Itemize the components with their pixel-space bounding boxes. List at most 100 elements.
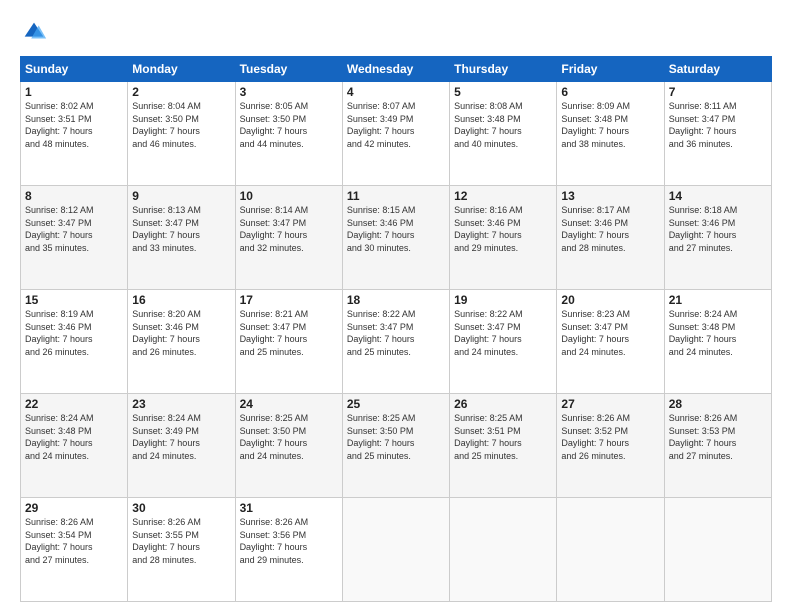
day-number: 14 — [669, 189, 767, 203]
day-number: 4 — [347, 85, 445, 99]
logo — [20, 18, 52, 46]
day-number: 17 — [240, 293, 338, 307]
day-info: Sunrise: 8:05 AMSunset: 3:50 PMDaylight:… — [240, 100, 338, 150]
day-number: 20 — [561, 293, 659, 307]
table-row: 25Sunrise: 8:25 AMSunset: 3:50 PMDayligh… — [342, 394, 449, 498]
day-number: 30 — [132, 501, 230, 515]
table-row: 21Sunrise: 8:24 AMSunset: 3:48 PMDayligh… — [664, 290, 771, 394]
table-row: 13Sunrise: 8:17 AMSunset: 3:46 PMDayligh… — [557, 186, 664, 290]
table-row: 24Sunrise: 8:25 AMSunset: 3:50 PMDayligh… — [235, 394, 342, 498]
day-number: 18 — [347, 293, 445, 307]
day-number: 11 — [347, 189, 445, 203]
day-info: Sunrise: 8:18 AMSunset: 3:46 PMDaylight:… — [669, 204, 767, 254]
table-row: 5Sunrise: 8:08 AMSunset: 3:48 PMDaylight… — [450, 82, 557, 186]
day-info: Sunrise: 8:25 AMSunset: 3:50 PMDaylight:… — [347, 412, 445, 462]
col-sunday: Sunday — [21, 57, 128, 82]
day-info: Sunrise: 8:19 AMSunset: 3:46 PMDaylight:… — [25, 308, 123, 358]
day-info: Sunrise: 8:14 AMSunset: 3:47 PMDaylight:… — [240, 204, 338, 254]
day-number: 21 — [669, 293, 767, 307]
day-number: 1 — [25, 85, 123, 99]
table-row — [557, 498, 664, 602]
table-row: 11Sunrise: 8:15 AMSunset: 3:46 PMDayligh… — [342, 186, 449, 290]
day-info: Sunrise: 8:24 AMSunset: 3:49 PMDaylight:… — [132, 412, 230, 462]
day-info: Sunrise: 8:23 AMSunset: 3:47 PMDaylight:… — [561, 308, 659, 358]
day-number: 8 — [25, 189, 123, 203]
day-info: Sunrise: 8:09 AMSunset: 3:48 PMDaylight:… — [561, 100, 659, 150]
day-info: Sunrise: 8:26 AMSunset: 3:53 PMDaylight:… — [669, 412, 767, 462]
day-info: Sunrise: 8:26 AMSunset: 3:54 PMDaylight:… — [25, 516, 123, 566]
day-number: 25 — [347, 397, 445, 411]
col-tuesday: Tuesday — [235, 57, 342, 82]
page: Sunday Monday Tuesday Wednesday Thursday… — [0, 0, 792, 612]
day-info: Sunrise: 8:22 AMSunset: 3:47 PMDaylight:… — [347, 308, 445, 358]
day-info: Sunrise: 8:17 AMSunset: 3:46 PMDaylight:… — [561, 204, 659, 254]
day-number: 26 — [454, 397, 552, 411]
day-number: 7 — [669, 85, 767, 99]
day-info: Sunrise: 8:26 AMSunset: 3:55 PMDaylight:… — [132, 516, 230, 566]
day-info: Sunrise: 8:04 AMSunset: 3:50 PMDaylight:… — [132, 100, 230, 150]
table-row: 20Sunrise: 8:23 AMSunset: 3:47 PMDayligh… — [557, 290, 664, 394]
table-row: 16Sunrise: 8:20 AMSunset: 3:46 PMDayligh… — [128, 290, 235, 394]
table-row: 4Sunrise: 8:07 AMSunset: 3:49 PMDaylight… — [342, 82, 449, 186]
table-row: 22Sunrise: 8:24 AMSunset: 3:48 PMDayligh… — [21, 394, 128, 498]
day-info: Sunrise: 8:12 AMSunset: 3:47 PMDaylight:… — [25, 204, 123, 254]
day-info: Sunrise: 8:08 AMSunset: 3:48 PMDaylight:… — [454, 100, 552, 150]
day-number: 27 — [561, 397, 659, 411]
day-number: 13 — [561, 189, 659, 203]
day-info: Sunrise: 8:26 AMSunset: 3:56 PMDaylight:… — [240, 516, 338, 566]
table-row: 14Sunrise: 8:18 AMSunset: 3:46 PMDayligh… — [664, 186, 771, 290]
day-info: Sunrise: 8:24 AMSunset: 3:48 PMDaylight:… — [669, 308, 767, 358]
table-row: 23Sunrise: 8:24 AMSunset: 3:49 PMDayligh… — [128, 394, 235, 498]
table-row: 6Sunrise: 8:09 AMSunset: 3:48 PMDaylight… — [557, 82, 664, 186]
table-row — [342, 498, 449, 602]
day-info: Sunrise: 8:07 AMSunset: 3:49 PMDaylight:… — [347, 100, 445, 150]
day-info: Sunrise: 8:25 AMSunset: 3:51 PMDaylight:… — [454, 412, 552, 462]
day-info: Sunrise: 8:22 AMSunset: 3:47 PMDaylight:… — [454, 308, 552, 358]
table-row: 18Sunrise: 8:22 AMSunset: 3:47 PMDayligh… — [342, 290, 449, 394]
table-row: 19Sunrise: 8:22 AMSunset: 3:47 PMDayligh… — [450, 290, 557, 394]
table-row: 3Sunrise: 8:05 AMSunset: 3:50 PMDaylight… — [235, 82, 342, 186]
day-number: 16 — [132, 293, 230, 307]
table-row: 26Sunrise: 8:25 AMSunset: 3:51 PMDayligh… — [450, 394, 557, 498]
table-row: 31Sunrise: 8:26 AMSunset: 3:56 PMDayligh… — [235, 498, 342, 602]
day-number: 31 — [240, 501, 338, 515]
day-number: 10 — [240, 189, 338, 203]
table-row: 28Sunrise: 8:26 AMSunset: 3:53 PMDayligh… — [664, 394, 771, 498]
day-number: 12 — [454, 189, 552, 203]
header — [20, 18, 772, 46]
day-number: 9 — [132, 189, 230, 203]
day-info: Sunrise: 8:26 AMSunset: 3:52 PMDaylight:… — [561, 412, 659, 462]
table-row: 10Sunrise: 8:14 AMSunset: 3:47 PMDayligh… — [235, 186, 342, 290]
day-info: Sunrise: 8:25 AMSunset: 3:50 PMDaylight:… — [240, 412, 338, 462]
day-info: Sunrise: 8:02 AMSunset: 3:51 PMDaylight:… — [25, 100, 123, 150]
table-row: 8Sunrise: 8:12 AMSunset: 3:47 PMDaylight… — [21, 186, 128, 290]
day-info: Sunrise: 8:20 AMSunset: 3:46 PMDaylight:… — [132, 308, 230, 358]
day-number: 5 — [454, 85, 552, 99]
table-row: 7Sunrise: 8:11 AMSunset: 3:47 PMDaylight… — [664, 82, 771, 186]
day-info: Sunrise: 8:11 AMSunset: 3:47 PMDaylight:… — [669, 100, 767, 150]
table-row — [664, 498, 771, 602]
col-saturday: Saturday — [664, 57, 771, 82]
day-info: Sunrise: 8:13 AMSunset: 3:47 PMDaylight:… — [132, 204, 230, 254]
table-row: 17Sunrise: 8:21 AMSunset: 3:47 PMDayligh… — [235, 290, 342, 394]
table-row: 29Sunrise: 8:26 AMSunset: 3:54 PMDayligh… — [21, 498, 128, 602]
table-row: 27Sunrise: 8:26 AMSunset: 3:52 PMDayligh… — [557, 394, 664, 498]
day-number: 2 — [132, 85, 230, 99]
calendar-table: Sunday Monday Tuesday Wednesday Thursday… — [20, 56, 772, 602]
day-number: 29 — [25, 501, 123, 515]
day-info: Sunrise: 8:24 AMSunset: 3:48 PMDaylight:… — [25, 412, 123, 462]
day-number: 23 — [132, 397, 230, 411]
header-row: Sunday Monday Tuesday Wednesday Thursday… — [21, 57, 772, 82]
table-row: 30Sunrise: 8:26 AMSunset: 3:55 PMDayligh… — [128, 498, 235, 602]
day-info: Sunrise: 8:15 AMSunset: 3:46 PMDaylight:… — [347, 204, 445, 254]
day-info: Sunrise: 8:21 AMSunset: 3:47 PMDaylight:… — [240, 308, 338, 358]
day-number: 15 — [25, 293, 123, 307]
day-number: 24 — [240, 397, 338, 411]
day-number: 28 — [669, 397, 767, 411]
day-info: Sunrise: 8:16 AMSunset: 3:46 PMDaylight:… — [454, 204, 552, 254]
day-number: 19 — [454, 293, 552, 307]
col-thursday: Thursday — [450, 57, 557, 82]
table-row: 1Sunrise: 8:02 AMSunset: 3:51 PMDaylight… — [21, 82, 128, 186]
table-row: 9Sunrise: 8:13 AMSunset: 3:47 PMDaylight… — [128, 186, 235, 290]
col-wednesday: Wednesday — [342, 57, 449, 82]
